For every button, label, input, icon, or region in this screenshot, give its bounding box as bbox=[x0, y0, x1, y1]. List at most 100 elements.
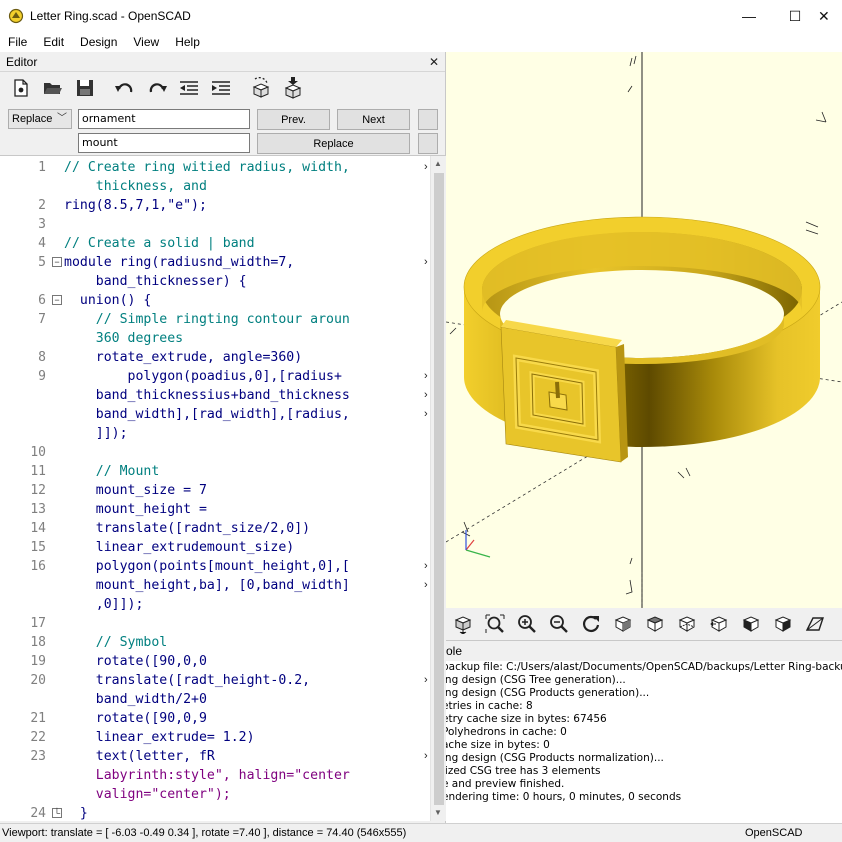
3d-viewport[interactable] bbox=[446, 52, 842, 608]
code-line[interactable]: linear_extrudemount_size) bbox=[64, 538, 430, 557]
scroll-down-icon[interactable]: ▼ bbox=[434, 808, 442, 817]
line-wrap-marker-icon: › bbox=[424, 161, 428, 173]
minimize-button[interactable]: — bbox=[726, 0, 772, 32]
code-line[interactable]: // Mount bbox=[64, 462, 430, 481]
save-icon[interactable] bbox=[70, 75, 100, 101]
code-line[interactable] bbox=[64, 443, 430, 462]
code-line[interactable]: text(letter, fR bbox=[64, 747, 430, 766]
code-line[interactable]: rotate_extrude, angle=360) bbox=[64, 348, 430, 367]
view-back-icon[interactable] bbox=[770, 611, 796, 637]
line-number: 10 bbox=[30, 445, 46, 460]
fold-marker-icon[interactable]: − bbox=[52, 295, 62, 305]
menu-view[interactable]: View bbox=[125, 35, 167, 49]
reset-view-icon[interactable] bbox=[578, 611, 604, 637]
code-line[interactable]: rotate([90,0,0 bbox=[64, 652, 430, 671]
line-number-gutter: 1 2 3 4 5−6−7 8 9 10 11 12 13 14 15 16 17 18 19 20 21 22 23 2… bbox=[0, 156, 64, 821]
scrollbar-thumb[interactable] bbox=[434, 173, 444, 805]
code-line[interactable]: band_width/2+0 bbox=[64, 690, 430, 709]
render-icon[interactable] bbox=[278, 75, 308, 101]
code-line[interactable]: polygon(points[mount_height,0],[ bbox=[64, 557, 430, 576]
redo-icon[interactable] bbox=[142, 75, 172, 101]
code-line[interactable]: // Simple ringting contour aroun bbox=[64, 310, 430, 329]
code-line[interactable]: // Create ring witied radius, width, bbox=[64, 158, 430, 177]
view-right-icon[interactable] bbox=[610, 611, 636, 637]
fold-marker-icon[interactable]: └ bbox=[52, 808, 62, 818]
line-number: 3 bbox=[38, 217, 46, 232]
line-number bbox=[0, 690, 46, 709]
code-line[interactable]: // Create a solid | band bbox=[64, 234, 430, 253]
code-line[interactable]: Labyrinth:style", halign="center bbox=[64, 766, 430, 785]
code-line[interactable]: mount_size = 7 bbox=[64, 481, 430, 500]
unindent-icon[interactable] bbox=[174, 75, 204, 101]
line-number: 24 bbox=[30, 806, 46, 821]
code-line[interactable]: valign="center"); bbox=[64, 785, 430, 804]
close-editor-icon[interactable]: ✕ bbox=[429, 55, 439, 69]
menu-file[interactable]: File bbox=[0, 35, 35, 49]
code-line[interactable]: translate([radnt_size/2,0]) bbox=[64, 519, 430, 538]
line-number: 14 bbox=[30, 521, 46, 536]
line-number: 15 bbox=[30, 540, 46, 555]
code-line[interactable]: } bbox=[64, 804, 430, 821]
console-pane[interactable]: ole backup file: C:/Users/alast/Document… bbox=[446, 640, 842, 823]
indent-icon[interactable] bbox=[206, 75, 236, 101]
preview-icon[interactable] bbox=[246, 75, 276, 101]
replace-input[interactable]: mount bbox=[78, 133, 250, 153]
code-line[interactable]: module ring(radiusnd_width=7, bbox=[64, 253, 430, 272]
zoom-out-icon[interactable] bbox=[546, 611, 572, 637]
line-number bbox=[0, 595, 46, 614]
undo-icon[interactable] bbox=[110, 75, 140, 101]
perspective-icon[interactable] bbox=[802, 611, 828, 637]
code-line[interactable]: 360 degrees bbox=[64, 329, 430, 348]
replace-all-button[interactable] bbox=[418, 133, 438, 154]
view-front-icon[interactable] bbox=[738, 611, 764, 637]
code-line[interactable]: band_width],[rad_width],[radius, bbox=[64, 405, 430, 424]
code-line[interactable]: ]]); bbox=[64, 424, 430, 443]
line-number bbox=[0, 386, 46, 405]
code-line[interactable]: band_thicknessius+band_thickness bbox=[64, 386, 430, 405]
next-button[interactable]: Next bbox=[337, 109, 410, 130]
code-line[interactable]: ,0]]); bbox=[64, 595, 430, 614]
fold-marker-icon[interactable]: − bbox=[52, 257, 62, 267]
new-file-icon[interactable] bbox=[6, 75, 36, 101]
line-wrap-marker-icon: › bbox=[424, 389, 428, 401]
code-line[interactable] bbox=[64, 614, 430, 633]
zoom-fit-icon[interactable] bbox=[482, 611, 508, 637]
editor-scrollbar[interactable]: ▲ ▼ bbox=[430, 156, 446, 821]
view-top-icon[interactable] bbox=[642, 611, 668, 637]
prev-button[interactable]: Prev. bbox=[257, 109, 330, 130]
code-editor[interactable]: 1 2 3 4 5−6−7 8 9 10 11 12 13 14 15 16 17 18 19 20 21 22 23 2… bbox=[0, 155, 446, 821]
close-window-button[interactable]: ✕ bbox=[818, 0, 842, 32]
menu-design[interactable]: Design bbox=[72, 35, 125, 49]
code-line[interactable]: translate([radt_height-0.2, bbox=[64, 671, 430, 690]
open-file-icon[interactable] bbox=[38, 75, 68, 101]
view-left-icon[interactable] bbox=[706, 611, 732, 637]
console-line: lized CSG tree has 3 elements bbox=[446, 765, 601, 777]
find-mode-value: Replace bbox=[12, 113, 53, 125]
find-input[interactable]: ornament bbox=[78, 109, 250, 129]
code-line[interactable]: mount_height = bbox=[64, 500, 430, 519]
menu-help[interactable]: Help bbox=[167, 35, 208, 49]
code-text[interactable]: // Create ring witied radius, width, › th… bbox=[64, 156, 430, 821]
scroll-up-icon[interactable]: ▲ bbox=[434, 159, 442, 168]
code-line[interactable]: ring(8.5,7,1,"e"); bbox=[64, 196, 430, 215]
find-done-button[interactable] bbox=[418, 109, 438, 130]
code-line[interactable]: polygon(poadius,0],[radius+ bbox=[64, 367, 430, 386]
code-line[interactable]: union() { bbox=[64, 291, 430, 310]
code-line[interactable]: rotate([90,0,9 bbox=[64, 709, 430, 728]
view-all-icon[interactable] bbox=[450, 611, 476, 637]
code-line[interactable]: mount_height,ba], [0,band_width] bbox=[64, 576, 430, 595]
maximize-button[interactable]: ☐ bbox=[772, 0, 818, 32]
replace-button[interactable]: Replace bbox=[257, 133, 410, 154]
zoom-in-icon[interactable] bbox=[514, 611, 540, 637]
code-line[interactable]: thickness, and bbox=[64, 177, 430, 196]
view-toolbar bbox=[446, 608, 842, 640]
code-line[interactable]: linear_extrude= 1.2) bbox=[64, 728, 430, 747]
menu-edit[interactable]: Edit bbox=[35, 35, 72, 49]
view-bottom-icon[interactable] bbox=[674, 611, 700, 637]
code-line[interactable] bbox=[64, 215, 430, 234]
code-line[interactable]: // Symbol bbox=[64, 633, 430, 652]
code-line[interactable]: band_thicknesser) { bbox=[64, 272, 430, 291]
find-mode-select[interactable]: Replace ﹀ bbox=[8, 109, 72, 129]
axis-indicator bbox=[465, 530, 491, 558]
editor-title: Editor bbox=[6, 54, 38, 69]
